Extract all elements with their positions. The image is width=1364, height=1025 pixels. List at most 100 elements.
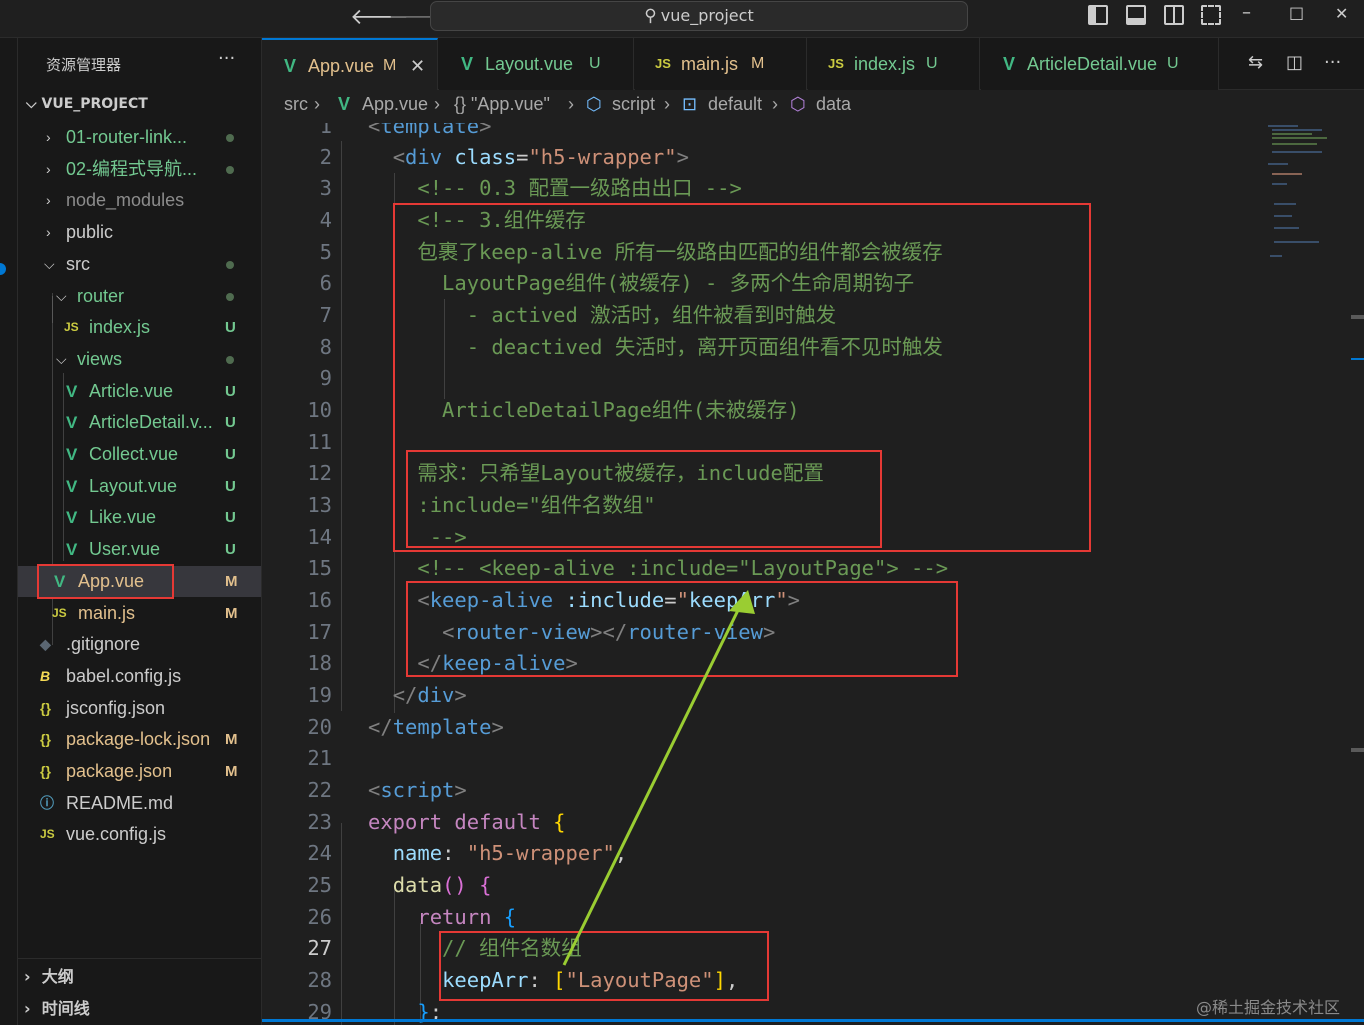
tab-label: App.vue [308, 56, 375, 76]
git-status-badge: M [225, 731, 238, 749]
minimap-line [1272, 151, 1322, 153]
chevron-right-icon[interactable]: › [46, 154, 51, 185]
tree-item-label: Like.vue [89, 507, 157, 528]
tree-item[interactable]: › 01-router-link... [18, 122, 261, 153]
project-root[interactable]: ⌵ VUE_PROJECT [26, 96, 148, 112]
git-status-badge: M [225, 763, 238, 780]
toggle-primary-sidebar-icon[interactable] [1088, 5, 1108, 25]
breadcrumb-item[interactable]: data [816, 94, 851, 115]
tree-item[interactable]: Bbabel.config.js [18, 661, 261, 692]
tab-status: M [383, 57, 397, 74]
js-icon: JS [828, 56, 844, 71]
breadcrumb: src › V App.vue › {} "App.vue" › ⬡ scrip… [262, 90, 1364, 123]
chevron-right-icon[interactable]: › [46, 217, 51, 248]
arrow-line [562, 597, 746, 966]
maximize-button[interactable]: □ [1289, 3, 1304, 22]
chevron-right-icon[interactable]: › [46, 122, 51, 153]
title-bar: 🡐 🡒 ⚲ vue_project – □ ✕ [0, 0, 1364, 38]
git-status-dot [226, 260, 234, 269]
toggle-secondary-sidebar-icon[interactable] [1164, 5, 1184, 25]
tree-item-label: User.vue [89, 539, 161, 560]
tree-item[interactable]: V Like.vue U [18, 502, 261, 533]
toggle-panel-icon[interactable] [1126, 5, 1146, 25]
chevron-down-icon[interactable]: ⌵ [56, 281, 67, 312]
vue-icon: V [1003, 54, 1016, 74]
timeline-section[interactable]: › 时间线 [24, 995, 90, 1019]
tree-item[interactable]: JS index.js U [18, 312, 261, 343]
customize-layout-icon[interactable] [1201, 5, 1221, 25]
git-icon: ◆ [40, 636, 51, 653]
tree-item-label: jsconfig.json [66, 697, 166, 718]
notification-dot [0, 263, 6, 275]
close-button[interactable]: ✕ [1335, 4, 1348, 23]
breadcrumb-item[interactable]: default [708, 94, 762, 115]
tree-item[interactable]: › public [18, 217, 261, 248]
json-icon: {} [40, 763, 51, 779]
chevron-right-icon: › [314, 94, 320, 114]
git-status-badge: U [225, 446, 236, 463]
breadcrumb-item[interactable]: src [284, 94, 308, 115]
tree-item[interactable]: ⌵ router [18, 281, 261, 312]
tab-label: Layout.vue [485, 54, 574, 74]
scrollbar[interactable] [1349, 123, 1364, 1023]
tree-item[interactable]: › node_modules [18, 185, 261, 216]
activity-bar [0, 38, 18, 1025]
breadcrumb-item[interactable]: App.vue [362, 94, 428, 115]
search-icon: ⚲ [644, 6, 657, 26]
tab-articledetail-vue[interactable]: V ArticleDetail.vue U [981, 38, 1219, 90]
json-icon: {} [40, 731, 51, 748]
js-icon: JS [52, 605, 67, 620]
command-center-search[interactable]: ⚲ vue_project [430, 1, 968, 31]
tree-item[interactable]: V User.vue U [18, 534, 261, 565]
tree-item-label: 01-router-link... [66, 127, 188, 147]
chevron-down-icon[interactable]: ⌵ [56, 344, 67, 375]
tree-item[interactable]: JS main.js M [18, 598, 261, 629]
tree-item[interactable]: {} package.json M [18, 756, 261, 787]
watermark: @稀土掘金技术社区 [1196, 998, 1341, 1017]
scrollbar-marker [1351, 748, 1364, 752]
close-icon[interactable]: ✕ [410, 40, 425, 92]
tree-item[interactable]: V Collect.vue U [18, 439, 261, 470]
tree-item[interactable]: › 02-编程式导航... [18, 154, 261, 185]
tree-item-label: babel.config.js [66, 665, 182, 686]
split-editor-icon[interactable]: ◫ [1286, 52, 1303, 73]
tree-item-label: Collect.vue [89, 444, 179, 464]
info-icon: ⓘ [40, 794, 54, 811]
tab-status: M [751, 55, 765, 72]
tree-item[interactable]: ⌵ src [18, 249, 261, 280]
tab-main-js[interactable]: JS main.js M [635, 38, 807, 90]
more-actions-icon[interactable]: ··· [1324, 52, 1341, 73]
code-editor[interactable]: 1 <template> 2 <div class="h5-wrapper"> 3… [262, 123, 1364, 1025]
minimize-button[interactable]: – [1242, 2, 1251, 23]
tab-app-vue[interactable]: V App.vue M ✕ [262, 38, 438, 90]
breadcrumb-item[interactable]: {} "App.vue" [454, 94, 550, 115]
compare-changes-icon[interactable]: ⇆ [1248, 52, 1263, 73]
outline-section[interactable]: › 大纲 [24, 963, 74, 987]
more-actions-icon[interactable]: ··· [218, 48, 235, 69]
tree-item-label: index.js [89, 317, 151, 338]
tree-item[interactable]: ◆ .gitignore [18, 629, 261, 660]
git-status-badge: U [225, 477, 236, 495]
tree-item[interactable]: JS vue.config.js [18, 819, 261, 850]
git-status-badge: U [225, 509, 236, 527]
tree-item-label: main.js [78, 602, 136, 623]
tree-item[interactable]: V Article.vue U [18, 376, 261, 407]
annotation-arrow [562, 590, 755, 966]
tree-item[interactable]: ⌵ views [18, 344, 261, 375]
tree-item[interactable]: {} jsconfig.json [18, 693, 261, 724]
tree-item[interactable]: {} package-lock.json M [18, 724, 261, 755]
tab-status: U [589, 55, 601, 72]
tab-layout-vue[interactable]: V Layout.vue U [439, 38, 634, 90]
breadcrumb-item[interactable]: script [612, 94, 655, 115]
chevron-right-icon[interactable]: › [46, 185, 51, 216]
chevron-right-icon: › [568, 94, 574, 114]
git-status-badge: U [225, 414, 236, 432]
chevron-down-icon[interactable]: ⌵ [44, 249, 55, 280]
tab-index-js[interactable]: JS index.js U [808, 38, 980, 90]
minimap[interactable] [1266, 123, 1356, 273]
tree-item[interactable]: V Layout.vue U [18, 471, 261, 502]
tab-label: main.js [681, 54, 739, 74]
tree-item[interactable]: ⓘ README.md [18, 788, 261, 819]
tree-item[interactable]: V ArticleDetail.v... U [18, 407, 261, 438]
tree-item-label: Article.vue [89, 380, 174, 401]
